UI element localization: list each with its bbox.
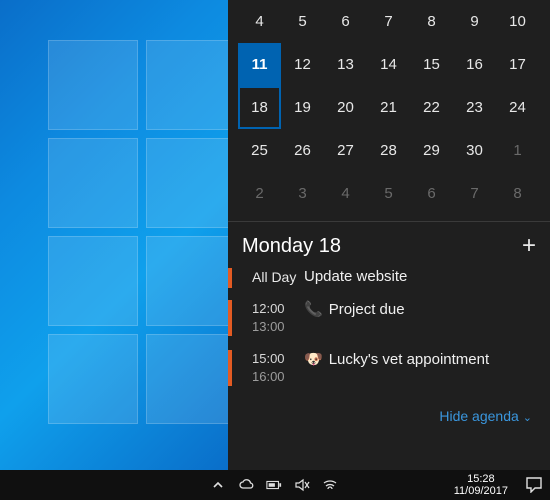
event-color-bar [228,268,232,288]
calendar-day[interactable]: 11 [238,43,281,86]
event-time: 15:0016:00 [252,350,304,386]
calendar-day[interactable]: 12 [281,43,324,86]
calendar-day[interactable]: 6 [410,172,453,215]
clock-date: 11/09/2017 [454,485,508,497]
system-tray [0,477,338,493]
calendar-day[interactable]: 22 [410,86,453,129]
agenda-date-header: Monday 18 [242,235,341,258]
calendar-day[interactable]: 20 [324,86,367,129]
event-time: All Day [252,268,304,286]
event-icon: 📞 [304,300,323,318]
wifi-icon[interactable] [322,477,338,493]
calendar-day[interactable]: 8 [410,0,453,43]
calendar-day[interactable]: 1 [496,129,539,172]
calendar-day[interactable]: 28 [367,129,410,172]
hide-agenda-link[interactable]: Hide agenda⌄ [439,408,532,424]
calendar-day[interactable]: 7 [367,0,410,43]
calendar-grid: 4567891011121314151617181920212223242526… [228,0,550,215]
calendar-day[interactable]: 24 [496,86,539,129]
calendar-day[interactable]: 15 [410,43,453,86]
calendar-day[interactable]: 16 [453,43,496,86]
agenda-events-list: All DayUpdate website12:0013:00📞Project … [242,268,536,386]
chevron-up-icon[interactable] [210,477,226,493]
calendar-day[interactable]: 4 [238,0,281,43]
calendar-day[interactable]: 17 [496,43,539,86]
calendar-day[interactable]: 23 [453,86,496,129]
calendar-day[interactable]: 10 [496,0,539,43]
event-icon: 🐶 [304,350,323,368]
event-title: Update website [304,268,407,285]
event-color-bar [228,350,232,386]
event-title: 📞Project due [304,300,405,318]
calendar-day[interactable]: 21 [367,86,410,129]
agenda-panel: Monday 18 + All DayUpdate website12:0013… [228,221,550,406]
taskbar-clock[interactable]: 15:28 11/09/2017 [448,473,514,497]
calendar-day[interactable]: 8 [496,172,539,215]
clock-time: 15:28 [454,473,508,485]
battery-icon[interactable] [266,477,282,493]
calendar-day[interactable]: 18 [238,86,281,129]
agenda-event[interactable]: All DayUpdate website [242,268,536,286]
event-time: 12:0013:00 [252,300,304,336]
taskbar: 15:28 11/09/2017 [0,470,550,500]
calendar-day[interactable]: 6 [324,0,367,43]
volume-mute-icon[interactable] [294,477,310,493]
notification-icon [526,477,542,493]
calendar-day[interactable]: 4 [324,172,367,215]
calendar-day[interactable]: 14 [367,43,410,86]
calendar-day[interactable]: 26 [281,129,324,172]
calendar-day[interactable]: 5 [367,172,410,215]
calendar-day[interactable]: 9 [453,0,496,43]
event-color-bar [228,300,232,336]
calendar-day[interactable]: 3 [281,172,324,215]
calendar-day[interactable]: 7 [453,172,496,215]
action-center-button[interactable] [524,475,544,495]
chevron-down-icon: ⌄ [523,412,532,424]
agenda-event[interactable]: 15:0016:00🐶Lucky's vet appointment [242,350,536,386]
event-title: 🐶Lucky's vet appointment [304,350,489,368]
calendar-day[interactable]: 27 [324,129,367,172]
calendar-flyout: 4567891011121314151617181920212223242526… [228,0,550,470]
agenda-event[interactable]: 12:0013:00📞Project due [242,300,536,336]
add-event-button[interactable]: + [522,232,536,260]
calendar-day[interactable]: 29 [410,129,453,172]
calendar-day[interactable]: 2 [238,172,281,215]
desktop-wallpaper [0,0,228,470]
calendar-day[interactable]: 13 [324,43,367,86]
calendar-day[interactable]: 19 [281,86,324,129]
calendar-day[interactable]: 5 [281,0,324,43]
calendar-day[interactable]: 30 [453,129,496,172]
calendar-day[interactable]: 25 [238,129,281,172]
cloud-icon[interactable] [238,477,254,493]
